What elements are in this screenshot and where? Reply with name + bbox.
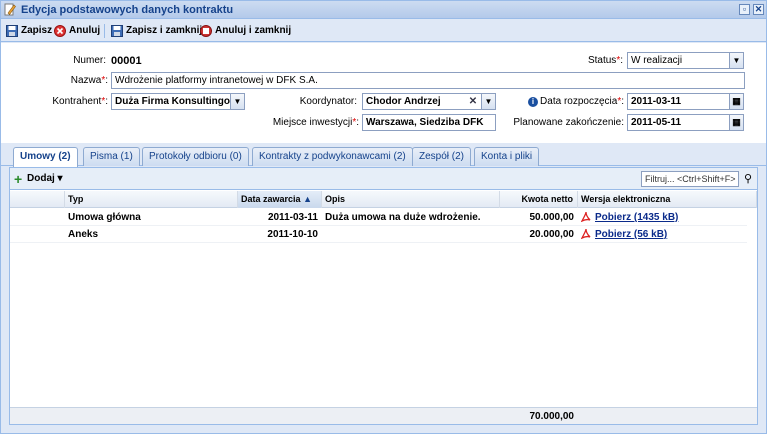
add-button[interactable]: + Dodaj ▾ <box>14 171 63 187</box>
cell-opis <box>325 226 500 243</box>
name-field[interactable]: Wdrożenie platformy intranetowej w DFK S… <box>111 72 745 89</box>
window-titlebar: Edycja podstawowych danych kontraktu ▫ ✕ <box>1 1 766 19</box>
contract-edit-window: Edycja podstawowych danych kontraktu ▫ ✕… <box>0 0 767 434</box>
cancel-icon <box>54 25 66 37</box>
window-title: Edycja podstawowych danych kontraktu <box>21 4 234 16</box>
chevron-down-icon[interactable]: ▼ <box>729 53 743 68</box>
search-icon[interactable]: ⚲ <box>741 171 755 187</box>
start-date-label: i Data rozpoczęcia*: <box>521 94 624 110</box>
start-date-field[interactable]: 2011-03-11 ▦ <box>627 93 744 110</box>
column-data-zawarcia[interactable]: Data zawarcia ▲ <box>238 191 322 208</box>
tab-zespol[interactable]: Zespół (2) <box>412 147 472 166</box>
cell-typ: Umowa główna <box>68 212 141 223</box>
cell-plik: Pobierz (56 kB) <box>581 226 747 243</box>
download-link[interactable]: Pobierz (56 kB) <box>595 229 667 240</box>
location-label: Miejsce inwestycji*: <box>272 117 359 128</box>
coordinator-label: Koordynator: <box>299 96 357 107</box>
floppy-icon <box>111 25 123 37</box>
cell-plik: Pobierz (1435 kB) <box>581 209 747 226</box>
table-row[interactable]: Umowa główna 2011-03-11 Duża umowa na du… <box>10 209 747 226</box>
tab-konta[interactable]: Konta i pliki <box>474 147 540 166</box>
tab-pisma[interactable]: Pisma (1) <box>83 147 140 166</box>
sort-asc-icon: ▲ <box>303 194 312 204</box>
contractor-label: Kontrahent*: <box>52 96 108 107</box>
column-spacer <box>10 191 65 208</box>
column-typ[interactable]: Typ <box>65 191 238 208</box>
grid-header: Typ Data zawarcia ▲ Opis Kwota netto Wer… <box>10 191 757 208</box>
planned-end-field[interactable]: 2011-05-11 ▦ <box>627 114 744 131</box>
pdf-icon <box>581 228 591 239</box>
calendar-icon[interactable]: ▦ <box>729 115 743 130</box>
status-label: Status*: <box>587 55 623 66</box>
location-field[interactable]: Warszawa, Siedziba DFK <box>362 114 496 131</box>
info-icon: i <box>528 97 539 107</box>
pencil-icon <box>4 3 16 16</box>
number-value: 00001 <box>111 55 142 67</box>
grid-summary-row: 70.000,00 <box>10 407 757 424</box>
column-kwota[interactable]: Kwota netto <box>500 191 578 208</box>
tab-kontrakty[interactable]: Kontrakty z podwykonawcami (2) <box>252 147 413 166</box>
column-opis[interactable]: Opis <box>322 191 500 208</box>
cell-kwota: 20.000,00 <box>529 229 575 240</box>
floppy-icon <box>6 25 18 37</box>
maximize-icon[interactable]: ▫ <box>739 4 750 15</box>
planned-end-label: Planowane zakończenie: <box>513 117 624 128</box>
plus-icon: + <box>14 171 23 187</box>
cancel-close-icon <box>200 25 212 37</box>
status-select[interactable]: W realizacji ▼ <box>627 52 744 69</box>
column-wersja[interactable]: Wersja elektroniczna <box>578 191 757 208</box>
save-button[interactable]: Zapisz <box>6 23 52 39</box>
clear-icon[interactable]: ✕ <box>466 94 480 109</box>
cell-typ: Aneks <box>68 229 99 240</box>
coordinator-select[interactable]: Chodor Andrzej ✕ ▼ <box>362 93 496 110</box>
cell-data: 2011-10-10 <box>267 229 318 240</box>
download-link[interactable]: Pobierz (1435 kB) <box>595 212 678 223</box>
cancel-button[interactable]: Anuluj <box>54 23 100 39</box>
cell-kwota: 50.000,00 <box>529 212 575 223</box>
cell-data: 2011-03-11 <box>267 212 318 223</box>
number-label: Numer: <box>73 55 106 66</box>
cancel-close-button[interactable]: Anuluj i zamknij <box>200 23 291 39</box>
chevron-down-icon[interactable]: ▼ <box>481 94 495 109</box>
grid-toolbar: + Dodaj ▾ Filtruj... <Ctrl+Shift+F> ⚲ <box>10 168 757 190</box>
close-icon[interactable]: ✕ <box>753 4 764 15</box>
calendar-icon[interactable]: ▦ <box>729 94 743 109</box>
chevron-down-icon[interactable]: ▼ <box>230 94 244 109</box>
filter-input[interactable]: Filtruj... <Ctrl+Shift+F> <box>641 171 739 187</box>
tab-bar: Umowy (2) Pisma (1) Protokoły odbioru (0… <box>1 144 766 167</box>
grid-scrollbar[interactable] <box>747 208 757 407</box>
contractor-select[interactable]: Duża Firma Konsultingowa ▼ <box>111 93 245 110</box>
total-amount: 70.000,00 <box>529 411 575 422</box>
tab-protokoly[interactable]: Protokoły odbioru (0) <box>142 147 249 166</box>
contract-form: Numer: 00001 Status*: W realizacji ▼ Naz… <box>1 43 766 143</box>
cell-opis: Duża umowa na duże wdrożenie. <box>325 212 481 223</box>
table-row[interactable]: Aneks 2011-10-10 20.000,00 Pobierz (56 k… <box>10 226 747 243</box>
name-label: Nazwa*: <box>70 75 108 86</box>
contracts-panel: + Dodaj ▾ Filtruj... <Ctrl+Shift+F> ⚲ Ty… <box>9 167 758 425</box>
main-toolbar: Zapisz Anuluj Zapisz i zamknij Anuluj i … <box>1 20 766 42</box>
pdf-icon <box>581 211 591 222</box>
save-close-button[interactable]: Zapisz i zamknij <box>111 23 202 39</box>
tab-umowy[interactable]: Umowy (2) <box>13 147 78 167</box>
toolbar-separator <box>104 24 105 38</box>
